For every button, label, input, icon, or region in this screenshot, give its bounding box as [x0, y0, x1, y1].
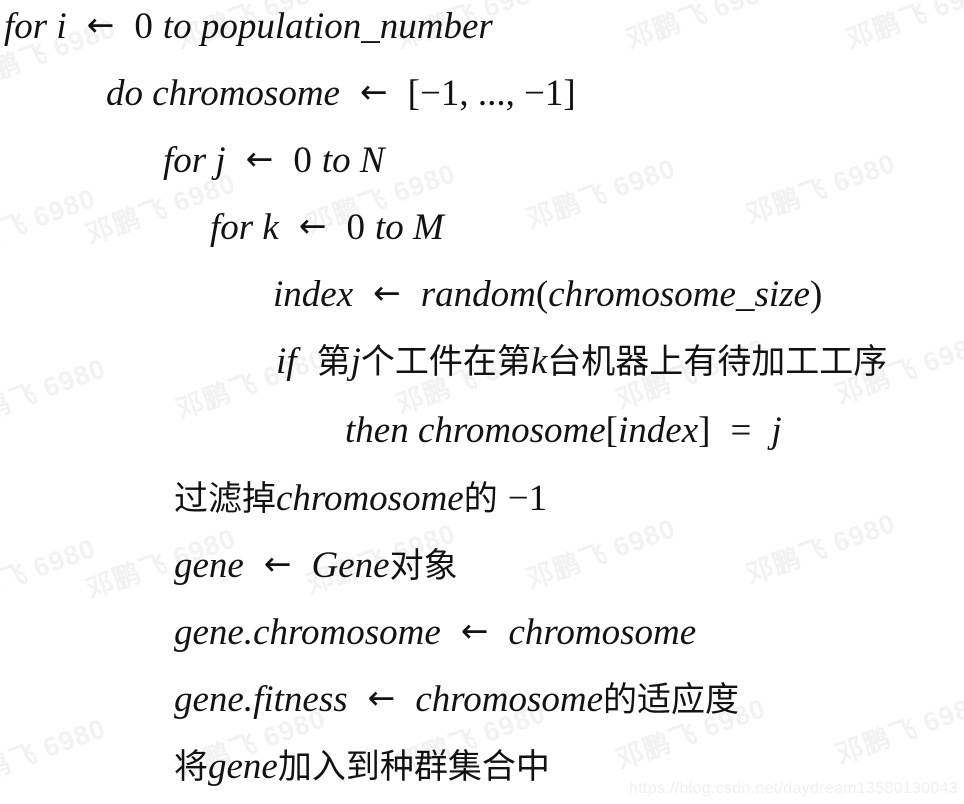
code-segment: ←: [373, 273, 401, 312]
code-segment: j: [350, 341, 361, 382]
line-gene-chromosome: gene.chromosome ← chromosome: [174, 614, 696, 651]
line-gene-new: gene ← Gene对象: [174, 547, 458, 584]
code-segment: ←: [359, 72, 388, 111]
line-if-condition: if 第j个工件在第k台机器上有待加工工序: [276, 343, 887, 380]
code-segment: 的适应度: [603, 680, 740, 720]
code-segment: 0: [293, 140, 312, 181]
code-segment: ←: [460, 611, 489, 650]
code-segment: for k: [210, 207, 279, 248]
code-segment: −1: [507, 478, 548, 519]
code-segment: gene: [208, 746, 278, 787]
pseudocode-page: 邓鹏飞 6980邓鹏飞 6980邓鹏飞 6980邓鹏飞 6980邓鹏飞 6980…: [0, 0, 964, 804]
code-segment: [−1, ..., −1]: [407, 73, 576, 114]
line-then-assign: then chromosome[index] = j: [345, 412, 782, 449]
code-segment: random: [420, 274, 536, 315]
line-filter-minus-one: 过滤掉chromosome的 −1: [174, 480, 547, 517]
code-segment: index: [618, 410, 699, 451]
code-segment: ): [809, 274, 823, 315]
code-segment: if: [276, 341, 297, 382]
code-segment: k: [530, 341, 548, 382]
code-segment: do chromosome: [106, 73, 340, 114]
line-add-gene-population: 将gene加入到种群集合中: [174, 748, 550, 785]
code-segment: =: [730, 410, 752, 451]
code-segment: to M: [375, 207, 444, 248]
code-segment: chromosome: [508, 612, 697, 653]
code-segment: (: [535, 274, 549, 315]
code-segment: 过滤掉: [174, 479, 276, 519]
code-segment: ←: [245, 139, 274, 178]
code-segment: chromosome: [415, 679, 604, 720]
code-segment: 对象: [389, 546, 458, 586]
line-for-i: for i ← 0 to population_number: [4, 8, 493, 45]
code-segment: gene.chromosome: [174, 612, 441, 653]
code-segment: [: [605, 410, 618, 451]
code-segment: chromosome: [276, 478, 464, 519]
code-segment: ←: [86, 5, 115, 44]
pseudocode-block: for i ← 0 to population_number do chromosome…: [0, 0, 964, 804]
code-segment: ]: [698, 410, 711, 451]
line-gene-fitness: gene.fitness ← chromosome的适应度: [174, 681, 739, 718]
code-segment: 个工件在第: [360, 342, 531, 382]
code-segment: then chromosome: [345, 410, 606, 451]
code-segment: to population_number: [162, 6, 493, 47]
code-segment: for j: [163, 140, 226, 181]
code-segment: to N: [321, 140, 385, 181]
code-segment: j: [771, 410, 782, 451]
code-segment: ←: [298, 206, 327, 245]
code-segment: gene.fitness: [174, 679, 348, 720]
code-segment: ←: [367, 678, 396, 717]
source-url-watermark: https://blog.csdn.net/daydream1358013004…: [629, 780, 958, 797]
line-index-random: index ← random(chromosome_size): [273, 276, 822, 313]
line-do-chromosome: do chromosome ← [−1, ..., −1]: [106, 75, 576, 112]
code-segment: index: [273, 274, 354, 315]
code-segment: 加入到种群集合中: [277, 747, 550, 787]
line-for-j: for j ← 0 to N: [163, 142, 385, 179]
code-segment: for i: [4, 6, 67, 47]
code-segment: 台机器上有待加工工序: [547, 342, 888, 382]
line-for-k: for k ← 0 to M: [210, 209, 444, 246]
code-segment: 的: [463, 479, 498, 519]
code-segment: 第: [316, 342, 351, 382]
code-segment: ←: [263, 544, 292, 583]
code-segment: 0: [134, 6, 153, 47]
code-segment: 0: [346, 207, 366, 248]
code-segment: Gene: [311, 545, 390, 586]
code-segment: chromosome_size: [548, 274, 810, 315]
code-segment: 将: [174, 747, 208, 787]
code-segment: gene: [174, 545, 244, 586]
